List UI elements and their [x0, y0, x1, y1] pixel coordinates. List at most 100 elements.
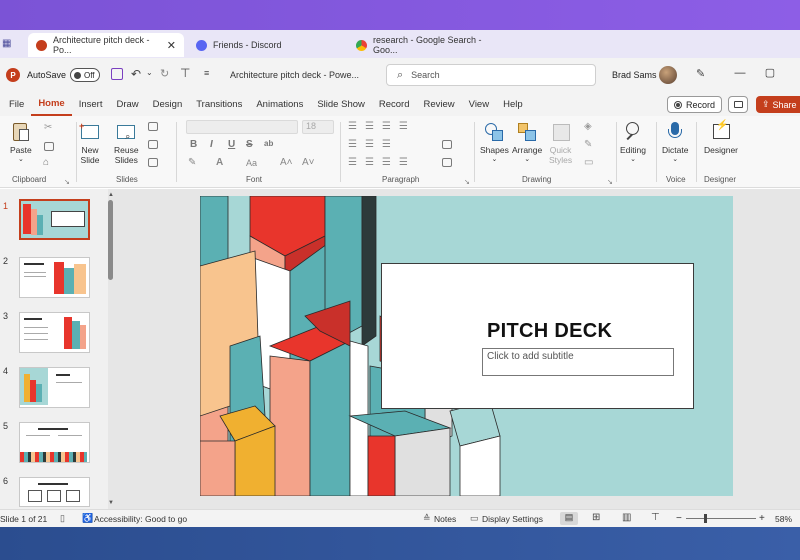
editing-button[interactable]: Editing ⌄ [620, 121, 646, 165]
quick-styles-button[interactable]: Quick Styles [549, 121, 572, 165]
increase-font-icon[interactable]: A˄ [280, 157, 293, 168]
section-icon[interactable] [148, 158, 158, 167]
display-settings-button[interactable]: Display Settings [482, 514, 543, 524]
italic-button[interactable]: I [210, 139, 213, 150]
strikethrough-button[interactable]: S [246, 139, 253, 150]
layout-icon[interactable] [148, 122, 158, 131]
copy-icon[interactable] [44, 142, 54, 151]
new-slide-button[interactable]: + New Slide [79, 121, 100, 165]
normal-view-icon[interactable]: ▤ [560, 512, 578, 525]
close-icon[interactable]: ✕ [167, 39, 176, 52]
tab-review[interactable]: Review [417, 92, 462, 116]
smartart-icon[interactable] [442, 158, 452, 167]
cut-icon[interactable]: ✂ [44, 122, 52, 133]
slide-sorter-icon[interactable]: ⊞ [592, 512, 600, 523]
tab-insert[interactable]: Insert [72, 92, 110, 116]
share-button[interactable]: ⇪ Share [756, 96, 800, 113]
zoom-out-button[interactable]: − [676, 513, 682, 524]
tab-slide-show[interactable]: Slide Show [310, 92, 372, 116]
tab-transitions[interactable]: Transitions [189, 92, 249, 116]
shape-effects-icon[interactable]: ▭ [584, 157, 593, 168]
font-family-dropdown[interactable] [186, 120, 298, 134]
text-direction-icon[interactable] [442, 140, 452, 149]
zoom-level[interactable]: 58% [775, 514, 792, 524]
slide-title[interactable]: PITCH DECK [487, 320, 612, 343]
slide-canvas[interactable]: PITCH DECK Click to add subtitle [200, 196, 733, 496]
tab-view[interactable]: View [462, 92, 496, 116]
underline-button[interactable]: U [228, 139, 235, 150]
zoom-slider-thumb[interactable] [704, 514, 707, 523]
tab-design[interactable]: Design [146, 92, 190, 116]
notes-button[interactable]: Notes [434, 514, 456, 524]
arrange-button[interactable]: Arrange ⌄ [512, 121, 542, 165]
undo-dropdown-icon[interactable]: ⌄ [146, 68, 153, 77]
list-buttons[interactable]: ☰☰☰☰ [348, 121, 416, 132]
undo-icon[interactable]: ↶ [131, 67, 141, 81]
shadow-button[interactable]: ab [264, 139, 273, 148]
accessibility-icon[interactable]: ♿ [82, 513, 93, 524]
subtitle-placeholder[interactable]: Click to add subtitle [482, 348, 674, 376]
shape-outline-icon[interactable]: ✎ [584, 139, 592, 150]
shapes-button[interactable]: Shapes ⌄ [480, 121, 509, 165]
change-case-icon[interactable]: Aa [246, 158, 257, 168]
slide-thumbnail-3[interactable] [19, 312, 90, 353]
tab-google-search[interactable]: research - Google Search - Goo... [348, 33, 508, 57]
maximize-button[interactable]: ▢ [756, 66, 784, 79]
tab-record[interactable]: Record [372, 92, 417, 116]
slide-thumbnail-pane[interactable]: 1 2 3 4 5 6 [0, 189, 108, 509]
scroll-down-icon[interactable]: ▼ [108, 500, 114, 506]
scroll-up-icon[interactable]: ▲ [108, 192, 114, 198]
tab-animations[interactable]: Animations [249, 92, 310, 116]
search-box[interactable]: ⌕ Search [386, 64, 596, 86]
spelling-icon[interactable]: ▯ [60, 513, 65, 524]
minimize-button[interactable]: — [726, 67, 754, 79]
slide-thumbnail-2[interactable] [19, 257, 90, 298]
align-buttons[interactable]: ☰☰☰☰ [348, 157, 416, 168]
comments-button[interactable] [728, 96, 748, 113]
tab-home[interactable]: Home [31, 92, 72, 116]
designer-button[interactable]: ⚡ Designer [704, 121, 738, 156]
slideshow-view-icon[interactable]: ⊤ [651, 512, 660, 523]
autosave-toggle[interactable]: Off [70, 68, 100, 82]
shape-fill-icon[interactable]: ◈ [584, 121, 592, 132]
pen-icon[interactable]: ✎ [696, 67, 705, 80]
format-painter-icon[interactable]: ⌂ [43, 157, 49, 168]
avatar[interactable] [659, 66, 677, 84]
title-text-box[interactable]: PITCH DECK Click to add subtitle [381, 263, 694, 409]
present-icon[interactable]: ⊤ [180, 66, 190, 80]
tab-help[interactable]: Help [496, 92, 530, 116]
font-color-icon[interactable]: A [216, 157, 223, 168]
slide-thumbnail-5[interactable] [19, 422, 90, 463]
slide-thumbnail-6[interactable] [19, 477, 90, 507]
customize-toolbar-icon[interactable]: ≡ [204, 68, 209, 78]
zoom-slider[interactable] [686, 518, 756, 519]
scrollbar-thumb[interactable] [108, 200, 113, 280]
reading-view-icon[interactable]: ▥ [622, 512, 631, 523]
bold-button[interactable]: B [190, 139, 197, 150]
tab-architecture-pitch-deck[interactable]: Architecture pitch deck - Po... ✕ [28, 33, 184, 57]
record-button[interactable]: Record [667, 96, 723, 113]
comment-icon [734, 101, 743, 108]
slide-count[interactable]: Slide 1 of 21 [0, 514, 47, 524]
tab-draw[interactable]: Draw [109, 92, 145, 116]
paste-button[interactable]: Paste ⌄ [10, 121, 32, 165]
slide-thumbnail-1[interactable] [19, 199, 90, 240]
tab-grid-icon[interactable]: ▦ [2, 38, 11, 49]
accessibility-status[interactable]: Accessibility: Good to go [94, 514, 187, 524]
tab-discord[interactable]: Friends - Discord [188, 33, 338, 57]
reuse-slides-button[interactable]: ⌕ Reuse Slides [114, 121, 139, 165]
tab-file[interactable]: File [2, 92, 31, 116]
dictate-button[interactable]: Dictate ⌄ [662, 121, 688, 165]
zoom-in-button[interactable]: + [759, 513, 765, 524]
clipboard-launcher-icon[interactable]: ↘ [64, 178, 70, 186]
highlight-icon[interactable]: ✎ [188, 157, 196, 168]
reset-icon[interactable] [148, 140, 158, 149]
redo-icon[interactable]: ↻ [160, 67, 169, 80]
paragraph-launcher-icon[interactable]: ↘ [464, 178, 470, 186]
indent-buttons[interactable]: ☰☰☰ [348, 139, 399, 150]
drawing-launcher-icon[interactable]: ↘ [607, 178, 613, 186]
decrease-font-icon[interactable]: A˅ [302, 157, 315, 168]
save-icon[interactable] [111, 68, 123, 80]
font-size-dropdown[interactable]: 18 [302, 120, 334, 134]
slide-thumbnail-4[interactable] [19, 367, 90, 408]
